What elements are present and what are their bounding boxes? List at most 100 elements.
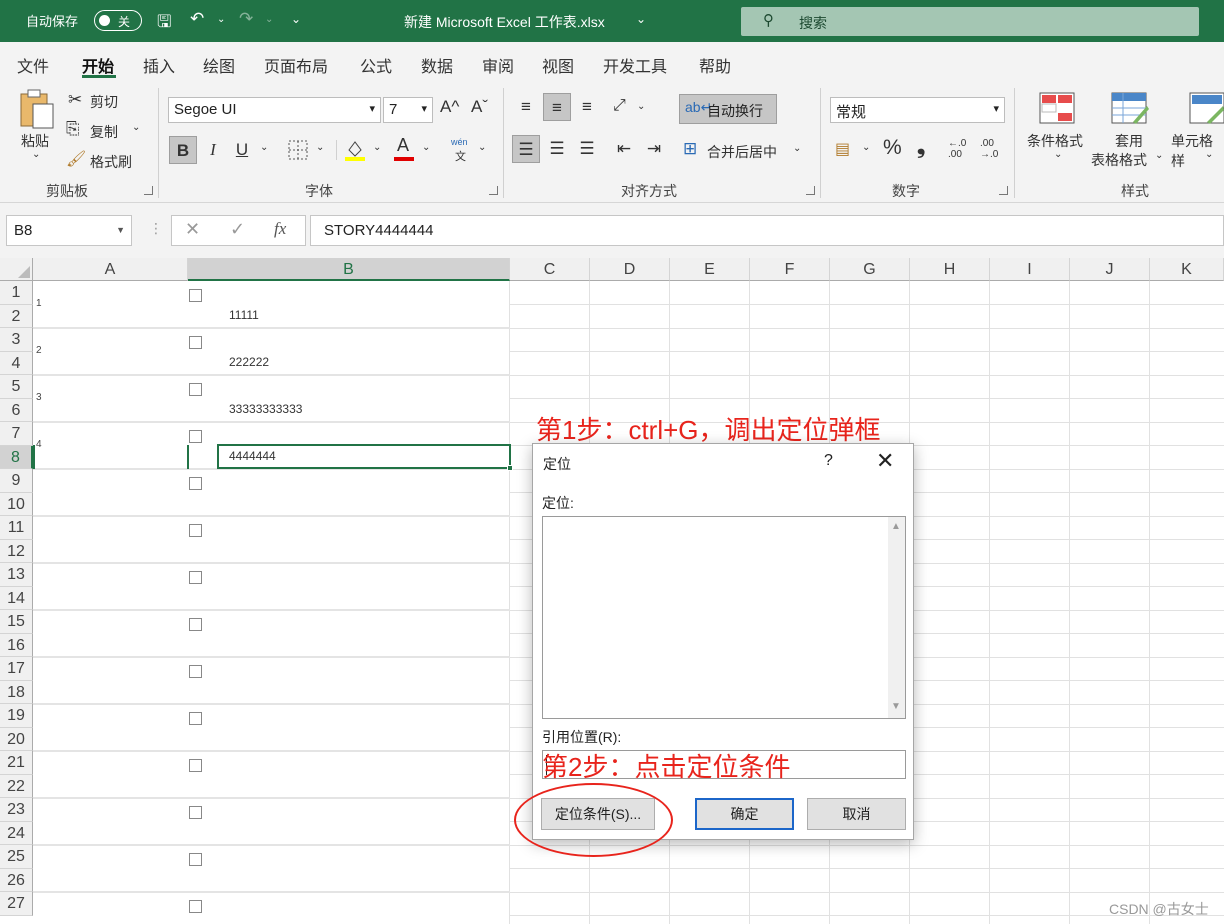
row-header[interactable]: 25 xyxy=(0,845,33,869)
font-launcher-icon[interactable] xyxy=(489,186,498,195)
cell-b-value[interactable]: 11111 xyxy=(229,308,259,322)
customize-qat-icon[interactable]: ⌄ xyxy=(291,12,301,26)
row-header[interactable]: 23 xyxy=(0,798,33,822)
cell-b-value[interactable]: 33333333333 xyxy=(229,402,302,416)
row-header[interactable]: 9 xyxy=(0,469,33,493)
column-header-d[interactable]: D xyxy=(590,258,670,281)
conditional-dropdown-icon[interactable]: ⌄ xyxy=(1054,149,1062,160)
copy-dropdown-icon[interactable]: ⌄ xyxy=(132,122,140,133)
form-checkbox[interactable] xyxy=(189,336,202,349)
cell-styles-dropdown-icon[interactable]: ⌄ xyxy=(1205,149,1213,160)
format-as-table-icon[interactable] xyxy=(1111,92,1149,126)
help-icon[interactable]: ? xyxy=(824,452,833,470)
form-checkbox[interactable] xyxy=(189,759,202,772)
cell-a-index[interactable]: 3 xyxy=(36,392,42,403)
orientation-dropdown-icon[interactable]: ⌄ xyxy=(637,101,645,112)
goto-list[interactable]: ▲ ▼ xyxy=(542,516,906,719)
merge-center-icon[interactable]: ⊞ xyxy=(683,139,697,159)
redo-icon[interactable]: ↷ xyxy=(239,9,253,29)
column-header-a[interactable]: A xyxy=(33,258,188,281)
conditional-formatting-button[interactable]: 条件格式 xyxy=(1027,131,1083,151)
column-header-j[interactable]: J xyxy=(1070,258,1150,281)
cut-button[interactable]: 剪切 xyxy=(90,92,118,112)
column-header-f[interactable]: F xyxy=(750,258,830,281)
orientation-icon[interactable]: ⤢ xyxy=(613,97,626,115)
align-top-icon[interactable]: ≡ xyxy=(512,93,540,121)
tab-developer[interactable]: 开发工具 xyxy=(603,53,667,77)
borders-icon[interactable] xyxy=(288,140,308,160)
row-header[interactable]: 16 xyxy=(0,633,33,657)
column-header-h[interactable]: H xyxy=(910,258,990,281)
row-header[interactable]: 5 xyxy=(0,375,33,399)
form-checkbox[interactable] xyxy=(189,665,202,678)
tab-view[interactable]: 视图 xyxy=(542,53,574,77)
row-header[interactable]: 3 xyxy=(0,328,33,352)
row-header[interactable]: 1 xyxy=(0,281,33,305)
title-chevron-icon[interactable]: ⌄ xyxy=(636,12,646,26)
form-checkbox[interactable] xyxy=(189,900,202,913)
undo-dropdown-icon[interactable]: ⌄ xyxy=(217,14,225,25)
align-left-icon[interactable]: ☰ xyxy=(512,135,540,163)
undo-icon[interactable]: ↶ xyxy=(190,9,204,29)
fill-color-icon[interactable] xyxy=(344,138,366,162)
wrap-text-button[interactable]: ab↵ 自动换行 xyxy=(679,94,777,124)
form-checkbox[interactable] xyxy=(189,571,202,584)
format-as-table-label-1[interactable]: 套用 xyxy=(1115,131,1143,151)
borders-dropdown-icon[interactable]: ⌄ xyxy=(316,142,324,153)
copy-button[interactable]: 复制 xyxy=(90,122,118,142)
merge-center-button[interactable]: 合并后居中 xyxy=(707,142,777,162)
fill-handle[interactable] xyxy=(507,465,513,471)
tab-insert[interactable]: 插入 xyxy=(143,53,175,77)
font-name-select[interactable]: Segoe UI ▾ xyxy=(168,97,381,123)
column-header-c[interactable]: C xyxy=(510,258,590,281)
row-header[interactable]: 18 xyxy=(0,680,33,704)
form-checkbox[interactable] xyxy=(189,618,202,631)
tab-draw[interactable]: 绘图 xyxy=(203,53,235,77)
formula-input[interactable]: STORY4444444 xyxy=(310,215,1224,246)
row-header[interactable]: 15 xyxy=(0,610,33,634)
save-icon[interactable]: 🖫 xyxy=(157,9,171,38)
percent-button[interactable]: % xyxy=(883,136,902,160)
format-as-table-label-2[interactable]: 表格格式 xyxy=(1091,150,1147,170)
row-header[interactable]: 6 xyxy=(0,398,33,422)
column-header-i[interactable]: I xyxy=(990,258,1070,281)
clipboard-launcher-icon[interactable] xyxy=(144,186,153,195)
increase-indent-icon[interactable]: ⇥ xyxy=(640,135,668,163)
column-header-k[interactable]: K xyxy=(1150,258,1224,281)
column-header-b[interactable]: B xyxy=(188,258,510,281)
decrease-indent-icon[interactable]: ⇤ xyxy=(610,135,638,163)
underline-dropdown-icon[interactable]: ⌄ xyxy=(260,142,268,153)
row-header[interactable]: 20 xyxy=(0,727,33,751)
font-color-dropdown-icon[interactable]: ⌄ xyxy=(422,142,430,153)
form-checkbox[interactable] xyxy=(189,853,202,866)
drag-handle-icon[interactable]: ⋮ xyxy=(149,220,163,237)
column-header-e[interactable]: E xyxy=(670,258,750,281)
row-header[interactable]: 4 xyxy=(0,351,33,375)
autosave-toggle[interactable]: 关 xyxy=(94,10,142,31)
align-center-icon[interactable]: ☰ xyxy=(543,135,571,163)
accounting-dropdown-icon[interactable]: ⌄ xyxy=(862,142,870,153)
comma-style-button[interactable]: ❟ xyxy=(917,135,925,159)
redo-dropdown-icon[interactable]: ⌄ xyxy=(265,14,273,25)
form-checkbox[interactable] xyxy=(189,477,202,490)
form-checkbox[interactable] xyxy=(189,712,202,725)
cut-icon[interactable]: ✂ xyxy=(68,90,82,110)
format-painter-icon[interactable]: 🖌 xyxy=(66,149,86,169)
cell-a-index[interactable]: 2 xyxy=(36,345,42,356)
tab-help[interactable]: 帮助 xyxy=(699,53,731,77)
row-header[interactable]: 10 xyxy=(0,492,33,516)
row-header[interactable]: 2 xyxy=(0,304,33,328)
row-header[interactable]: 12 xyxy=(0,539,33,563)
row-header-selected[interactable]: 8 xyxy=(0,445,33,469)
fill-color-dropdown-icon[interactable]: ⌄ xyxy=(373,142,381,153)
align-bottom-icon[interactable]: ≡ xyxy=(573,93,601,121)
row-header[interactable]: 27 xyxy=(0,892,33,916)
font-color-button[interactable]: A xyxy=(397,135,409,156)
row-header[interactable]: 26 xyxy=(0,868,33,892)
scroll-up-icon[interactable]: ▲ xyxy=(891,521,901,532)
paste-dropdown-icon[interactable]: ⌄ xyxy=(32,149,40,160)
form-checkbox[interactable] xyxy=(189,430,202,443)
row-header[interactable]: 22 xyxy=(0,774,33,798)
tab-home[interactable]: 开始 xyxy=(82,53,114,77)
row-header[interactable]: 17 xyxy=(0,657,33,681)
